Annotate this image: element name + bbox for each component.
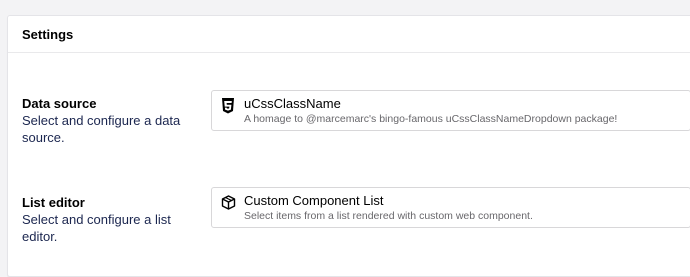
data-source-label: Data source (22, 96, 97, 111)
panel-title: Settings (22, 26, 74, 42)
list-editor-picker[interactable]: Custom Component List Select items from … (211, 187, 690, 228)
list-editor-label: List editor (22, 195, 85, 210)
data-source-picker[interactable]: uCssClassName A homage to @marcemarc's b… (211, 90, 690, 131)
data-source-description: Select and configure a data source. (22, 113, 181, 145)
data-source-row: Data source Select and configure a data … (22, 90, 690, 155)
data-source-name: uCssClassName (244, 96, 341, 111)
data-source-picker-description: A homage to @marcemarc's bingo-famous uC… (244, 113, 618, 125)
list-editor-description: Select and configure a list editor. (22, 212, 171, 244)
settings-panel: Settings Data source Select and configur… (7, 15, 690, 277)
panel-header: Settings (8, 16, 690, 53)
list-editor-row: List editor Select and configure a list … (22, 187, 690, 244)
list-editor-picker-description: Select items from a list rendered with c… (244, 210, 533, 222)
css3-icon (221, 98, 235, 114)
box-icon (221, 195, 236, 211)
list-editor-label-group: List editor Select and configure a list … (22, 194, 197, 245)
list-editor-name: Custom Component List (244, 193, 384, 208)
data-source-label-group: Data source Select and configure a data … (22, 95, 197, 146)
